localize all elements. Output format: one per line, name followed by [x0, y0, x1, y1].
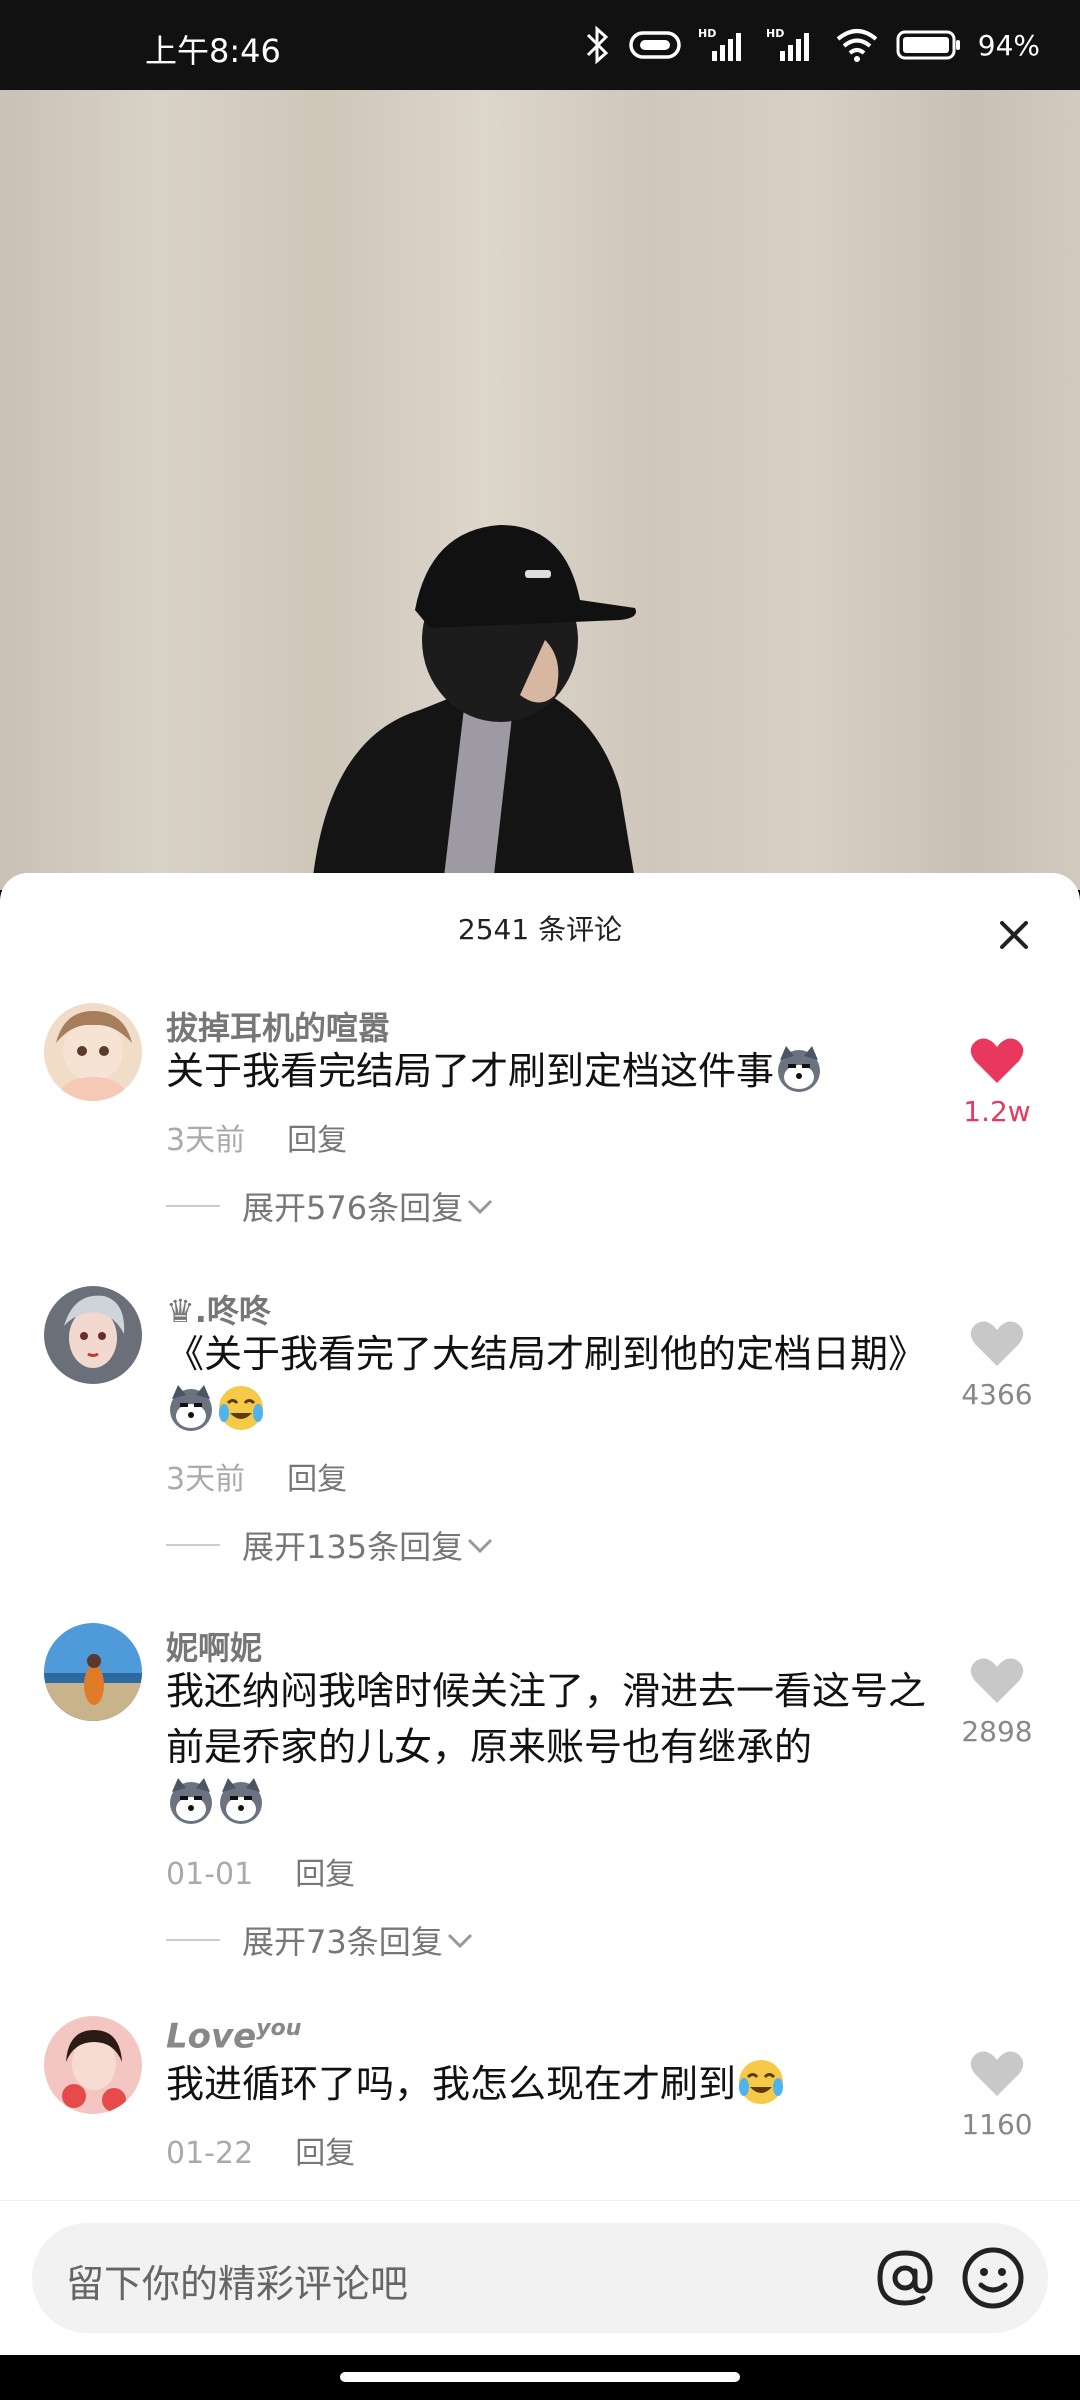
husky-emoji-icon — [170, 1385, 212, 1431]
like-button[interactable]: 1160 — [952, 2050, 1042, 2141]
comment-text: 我还纳闷我啥时候关注了，滑进去一看这号之前是乔家的儿女，原来账号也有继承的 — [166, 1663, 946, 1831]
signal-hd-icon: HD — [698, 27, 741, 61]
reply-button[interactable]: 回复 — [287, 1123, 347, 1158]
expand-replies-label: 展开135条回复 — [242, 1528, 464, 1566]
comment-input[interactable]: 留下你的精彩评论吧 — [32, 2223, 1048, 2333]
comment-text: 《关于我看完了大结局才刷到他的定档日期》 — [166, 1326, 946, 1438]
navigation-bar — [0, 2355, 1080, 2400]
avatar[interactable] — [44, 1286, 142, 1384]
comment-text: 关于我看完结局了才刷到定档这件事 — [166, 1043, 946, 1099]
signal-hd-2-icon: HD — [766, 27, 809, 61]
heart-icon — [970, 1321, 1024, 1366]
battery-percent: 94% — [977, 28, 1040, 62]
chevron-down-icon — [447, 1933, 472, 1949]
comment-count-title: 2541 条评论 — [457, 913, 623, 946]
emoji-icon[interactable] — [960, 2245, 1026, 2311]
crying-laughing-emoji-icon — [219, 1386, 263, 1430]
svg-text:HD: HD — [766, 27, 784, 40]
comment-time: 3天前 — [166, 1123, 246, 1158]
status-bar: 上午8:46 HD HD 94% — [0, 0, 1080, 90]
svg-text:HD: HD — [698, 27, 716, 40]
reply-button[interactable]: 回复 — [287, 1462, 347, 1497]
comment-time: 01-22 — [166, 2136, 254, 2171]
bluetooth-icon — [586, 25, 608, 65]
expand-replies-button[interactable]: 展开576条回复 — [166, 1183, 497, 1229]
divider — [166, 1939, 220, 1941]
comment-meta: 01-22 回复 — [166, 2128, 355, 2172]
reply-button[interactable]: 回复 — [295, 2136, 355, 2171]
heart-icon — [970, 1658, 1024, 1703]
comment-time: 01-01 — [166, 1857, 254, 1892]
husky-emoji-icon — [170, 1778, 212, 1824]
crying-laughing-emoji-icon — [739, 2060, 784, 2104]
wifi-icon — [836, 29, 878, 62]
like-button[interactable]: 4366 — [952, 1320, 1042, 1411]
expand-replies-button[interactable]: 展开135条回复 — [166, 1522, 497, 1568]
avatar[interactable] — [44, 1623, 142, 1721]
like-button[interactable]: 1.2w — [952, 1037, 1042, 1128]
husky-emoji-icon — [220, 1778, 262, 1824]
like-count: 1.2w — [963, 1095, 1031, 1128]
comment-input-placeholder: 留下你的精彩评论吧 — [66, 2262, 409, 2306]
like-count: 4366 — [961, 1378, 1033, 1411]
status-icons: HD HD 94% — [582, 22, 1040, 68]
home-gesture-handle[interactable] — [340, 2372, 740, 2382]
comment-meta: 01-01 回复 — [166, 1849, 355, 1893]
comment-meta: 3天前 回复 — [166, 1115, 347, 1159]
divider — [166, 1544, 220, 1546]
like-button[interactable]: 2898 — [952, 1657, 1042, 1748]
husky-emoji-icon — [778, 1046, 821, 1092]
avatar[interactable] — [44, 1003, 142, 1101]
mention-icon[interactable] — [872, 2245, 938, 2311]
reply-button[interactable]: 回复 — [295, 1857, 355, 1892]
like-count: 1160 — [961, 2108, 1033, 2141]
close-icon[interactable] — [992, 913, 1036, 957]
heart-icon — [970, 2051, 1024, 2096]
divider — [166, 1205, 220, 1207]
like-count: 2898 — [961, 1715, 1033, 1748]
avatar[interactable] — [44, 2016, 142, 2114]
status-time: 上午8:46 — [145, 32, 281, 70]
link-icon — [629, 31, 681, 59]
comment-text: 我进循环了吗，我怎么现在才刷到 — [166, 2056, 946, 2112]
heart-icon — [970, 1038, 1024, 1083]
expand-replies-label: 展开73条回复 — [242, 1923, 443, 1961]
comment-sheet: 2541 条评论 拔掉耳机的喧嚣 关于我看完结局了才刷到定档这件事 3天前 回复 … — [0, 873, 1080, 2400]
comment-username[interactable]: Loveyou — [166, 2016, 301, 2056]
comment-meta: 3天前 回复 — [166, 1454, 347, 1498]
expand-replies-button[interactable]: 展开73条回复 — [166, 1917, 477, 1963]
battery-icon — [896, 30, 960, 60]
video-person-image — [311, 525, 637, 890]
comment-time: 3天前 — [166, 1462, 246, 1497]
video-player[interactable] — [0, 90, 1080, 890]
chevron-down-icon — [468, 1199, 493, 1215]
chevron-down-icon — [468, 1538, 493, 1554]
expand-replies-label: 展开576条回复 — [242, 1189, 464, 1227]
